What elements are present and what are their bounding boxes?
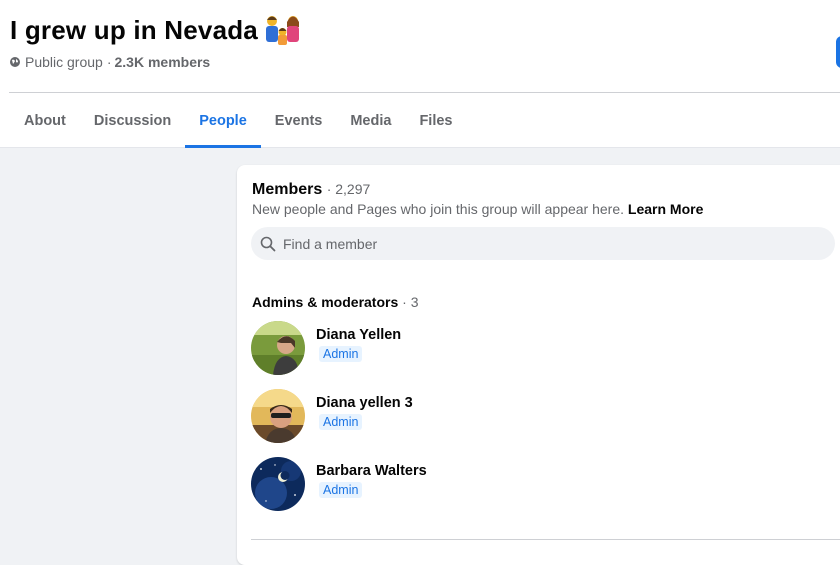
group-title[interactable]: I grew up in Nevada	[10, 15, 258, 46]
admin-list-item[interactable]: Diana yellen 3 Admin	[251, 389, 413, 443]
group-title-row: I grew up in Nevada	[10, 14, 306, 46]
admin-badge: Admin	[319, 482, 363, 498]
member-info: Barbara Walters Admin	[316, 463, 427, 511]
privacy-label[interactable]: Public group	[25, 54, 103, 70]
tab-events[interactable]: Events	[261, 93, 337, 147]
group-header: I grew up in Nevada Public group · 2.3K …	[0, 0, 840, 148]
member-name[interactable]: Barbara Walters	[316, 463, 427, 479]
members-description-text: New people and Pages who join this group…	[252, 201, 625, 217]
admin-list-item[interactable]: Diana Yellen Admin	[251, 321, 401, 375]
admins-heading: Admins & moderators · 3	[252, 294, 418, 310]
member-info: Diana yellen 3 Admin	[316, 395, 413, 443]
tab-about[interactable]: About	[10, 93, 80, 147]
group-tabs: About Discussion People Events Media Fil…	[10, 93, 466, 148]
admin-badge: Admin	[319, 346, 363, 362]
member-search[interactable]	[251, 227, 835, 260]
section-divider	[251, 539, 840, 540]
family-emoji-icon	[260, 14, 306, 46]
learn-more-link[interactable]: Learn More	[628, 201, 703, 217]
member-name[interactable]: Diana Yellen	[316, 327, 401, 343]
members-card: Members · 2,297 New people and Pages who…	[237, 165, 840, 565]
admins-count: · 3	[402, 294, 419, 310]
globe-icon	[10, 57, 20, 67]
members-total-count: · 2,297	[326, 181, 371, 197]
separator: ·	[106, 54, 112, 70]
member-name[interactable]: Diana yellen 3	[316, 395, 413, 411]
tab-files[interactable]: Files	[405, 93, 466, 147]
avatar[interactable]	[251, 389, 305, 443]
tab-media[interactable]: Media	[336, 93, 405, 147]
members-count-link[interactable]: 2.3K members	[115, 54, 211, 70]
avatar[interactable]	[251, 321, 305, 375]
member-search-input[interactable]	[281, 234, 805, 253]
members-heading: Members · 2,297	[252, 181, 370, 199]
member-info: Diana Yellen Admin	[316, 327, 401, 375]
group-subtitle: Public group · 2.3K members	[10, 54, 210, 70]
admins-label: Admins & moderators	[252, 294, 399, 310]
tab-people[interactable]: People	[185, 93, 261, 148]
members-description: New people and Pages who join this group…	[252, 201, 703, 217]
join-button-edge[interactable]	[836, 36, 840, 68]
members-label: Members	[252, 181, 323, 198]
avatar[interactable]	[251, 457, 305, 511]
admin-list-item[interactable]: Barbara Walters Admin	[251, 457, 427, 511]
tab-discussion[interactable]: Discussion	[80, 93, 185, 147]
search-icon	[260, 236, 276, 251]
admin-badge: Admin	[319, 414, 363, 430]
